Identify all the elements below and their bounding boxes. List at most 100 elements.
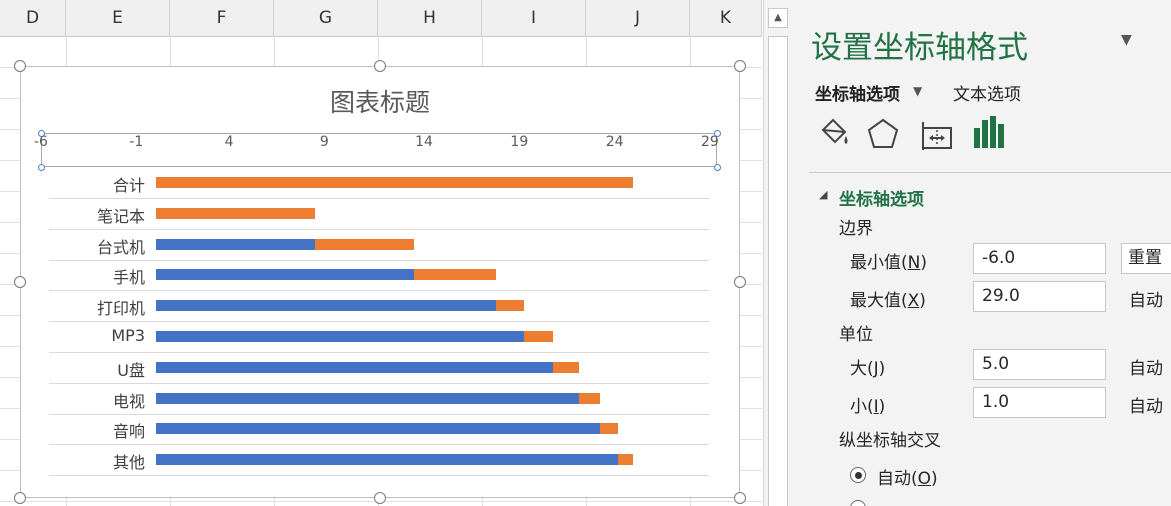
column-header-row: DEFGHIJK <box>0 0 762 37</box>
bar-series-1[interactable] <box>156 300 496 312</box>
x-tick-label: 9 <box>319 134 329 150</box>
bar-series-2[interactable] <box>617 454 633 466</box>
category-label: 手机 <box>112 268 145 288</box>
tab-axis-options[interactable]: 坐标轴选项 <box>815 80 900 105</box>
chart-resize-handle[interactable] <box>734 60 746 72</box>
category-gridline <box>49 198 709 199</box>
column-header-h[interactable]: H <box>378 0 482 36</box>
reset-button[interactable]: 重置 <box>1121 243 1171 274</box>
scroll-up-arrow-icon[interactable]: ▲ <box>768 8 788 28</box>
bar-series-1[interactable] <box>156 423 601 435</box>
chart-title[interactable]: 图表标题 <box>21 83 739 119</box>
category-label: MP3 <box>111 326 145 345</box>
x-tick-label: 19 <box>510 134 529 150</box>
units-label: 单位 <box>839 325 873 345</box>
bar-series-2[interactable] <box>314 238 414 250</box>
column-header-j[interactable]: J <box>586 0 690 36</box>
bar-series-1[interactable] <box>156 361 553 373</box>
major-unit-input[interactable]: 5.0 <box>973 349 1106 380</box>
bar-series-2[interactable] <box>552 361 580 373</box>
minor-auto-button[interactable]: 自动 <box>1129 392 1163 417</box>
axis-options-icon[interactable] <box>971 114 1007 150</box>
section-axis-options[interactable]: 坐标轴选项 <box>839 185 924 210</box>
category-gridline <box>49 352 709 353</box>
min-value-input[interactable]: -6.0 <box>973 243 1106 274</box>
category-label: 合计 <box>112 176 145 195</box>
effects-icon[interactable] <box>865 116 901 152</box>
chart-resize-handle[interactable] <box>374 60 386 72</box>
chart-resize-handle[interactable] <box>374 492 386 504</box>
major-unit-label: 大(J) <box>850 359 886 379</box>
bar-series-2[interactable] <box>413 269 496 281</box>
x-tick-label: 4 <box>224 134 234 150</box>
x-tick-label: -1 <box>129 134 144 150</box>
bar-series-2[interactable] <box>524 331 553 342</box>
scroll-thumb[interactable] <box>768 36 788 506</box>
bar-series-2[interactable] <box>600 423 618 435</box>
category-label: 打印机 <box>96 299 145 319</box>
column-header-d[interactable]: D <box>0 0 66 36</box>
bar-series-2[interactable] <box>156 207 315 219</box>
axis-selection-handle[interactable] <box>37 129 45 137</box>
minor-unit-input[interactable]: 1.0 <box>973 387 1106 418</box>
category-gridline <box>49 413 709 415</box>
axis-selection-handle[interactable] <box>713 129 721 137</box>
category-gridline <box>49 228 709 230</box>
bar-series-2[interactable] <box>579 392 601 404</box>
chart-resize-handle[interactable] <box>734 492 746 504</box>
format-axis-pane: 设置坐标轴格式 ▼ 坐标轴选项 ▼ 文本选项 ◢ 坐标轴选项 边界 最小值(N)… <box>791 0 1171 506</box>
axis-selection-handle[interactable] <box>713 163 721 171</box>
column-header-g[interactable]: G <box>274 0 378 36</box>
radio-axis-value[interactable] <box>850 500 866 506</box>
max-value-input[interactable]: 29.0 <box>973 281 1106 312</box>
column-header-i[interactable]: I <box>482 0 586 36</box>
category-label: 电视 <box>112 391 145 411</box>
category-label: 台式机 <box>96 237 145 257</box>
x-tick-label: 14 <box>415 134 433 150</box>
axis-selection-handle[interactable] <box>37 163 45 171</box>
category-gridline <box>49 259 709 261</box>
category-gridline <box>49 475 709 477</box>
category-gridline <box>49 290 709 292</box>
category-gridline <box>49 444 709 446</box>
max-auto-button[interactable]: 自动 <box>1129 286 1163 311</box>
size-properties-icon[interactable] <box>919 116 955 152</box>
minor-unit-label: 小(I) <box>850 397 886 417</box>
bar-series-1[interactable] <box>156 454 618 466</box>
tab-text-options[interactable]: 文本选项 <box>953 80 1021 105</box>
column-header-k[interactable]: K <box>690 0 762 36</box>
chart-resize-handle[interactable] <box>734 276 746 288</box>
pane-divider <box>809 172 1171 173</box>
section-collapse-triangle-icon[interactable]: ◢ <box>819 188 827 201</box>
column-header-f[interactable]: F <box>170 0 274 36</box>
chart-resize-handle[interactable] <box>14 276 26 288</box>
category-label: 其他 <box>112 453 145 473</box>
category-label: 笔记本 <box>96 206 145 226</box>
min-label: 最小值(N) <box>850 253 927 273</box>
bar-series-2[interactable] <box>156 177 633 188</box>
bar-series-1[interactable] <box>156 392 580 404</box>
spreadsheet-grid[interactable]: DEFGHIJK 图表标题 -6 -1 4 9 14 19 24 29 合计 笔记本 台式机 手机打… <box>0 0 762 506</box>
column-header-e[interactable]: E <box>66 0 170 36</box>
chart-resize-handle[interactable] <box>14 60 26 72</box>
bar-series-1[interactable] <box>156 331 525 342</box>
bar-series-2[interactable] <box>495 300 525 312</box>
bar-series-1[interactable] <box>156 269 414 281</box>
category-gridline <box>49 382 709 384</box>
pane-title: 设置坐标轴格式 <box>811 30 1028 66</box>
category-gridline <box>49 321 709 323</box>
pane-options-chevron-down-icon[interactable]: ▼ <box>1121 32 1132 48</box>
chart-area[interactable]: 图表标题 -6 -1 4 9 14 19 24 29 合计 笔记本 台式机 手机 打印机 MP3 U盘 电视… <box>20 66 740 498</box>
bar-series-1[interactable] <box>156 238 315 250</box>
fill-line-icon[interactable] <box>815 116 851 152</box>
category-label: 音响 <box>112 422 145 442</box>
bounds-label: 边界 <box>839 219 873 239</box>
vertical-scrollbar[interactable]: ▲ <box>763 0 792 506</box>
chart-resize-handle[interactable] <box>14 492 26 504</box>
radio-auto-label: 自动(O) <box>877 469 938 489</box>
radio-auto-crosses[interactable] <box>850 467 866 483</box>
tab-axis-options-caret-icon[interactable]: ▼ <box>913 84 922 98</box>
vertical-axis-crosses-label: 纵坐标轴交叉 <box>839 431 941 451</box>
max-label: 最大值(X) <box>850 291 926 311</box>
major-auto-button[interactable]: 自动 <box>1129 354 1163 379</box>
